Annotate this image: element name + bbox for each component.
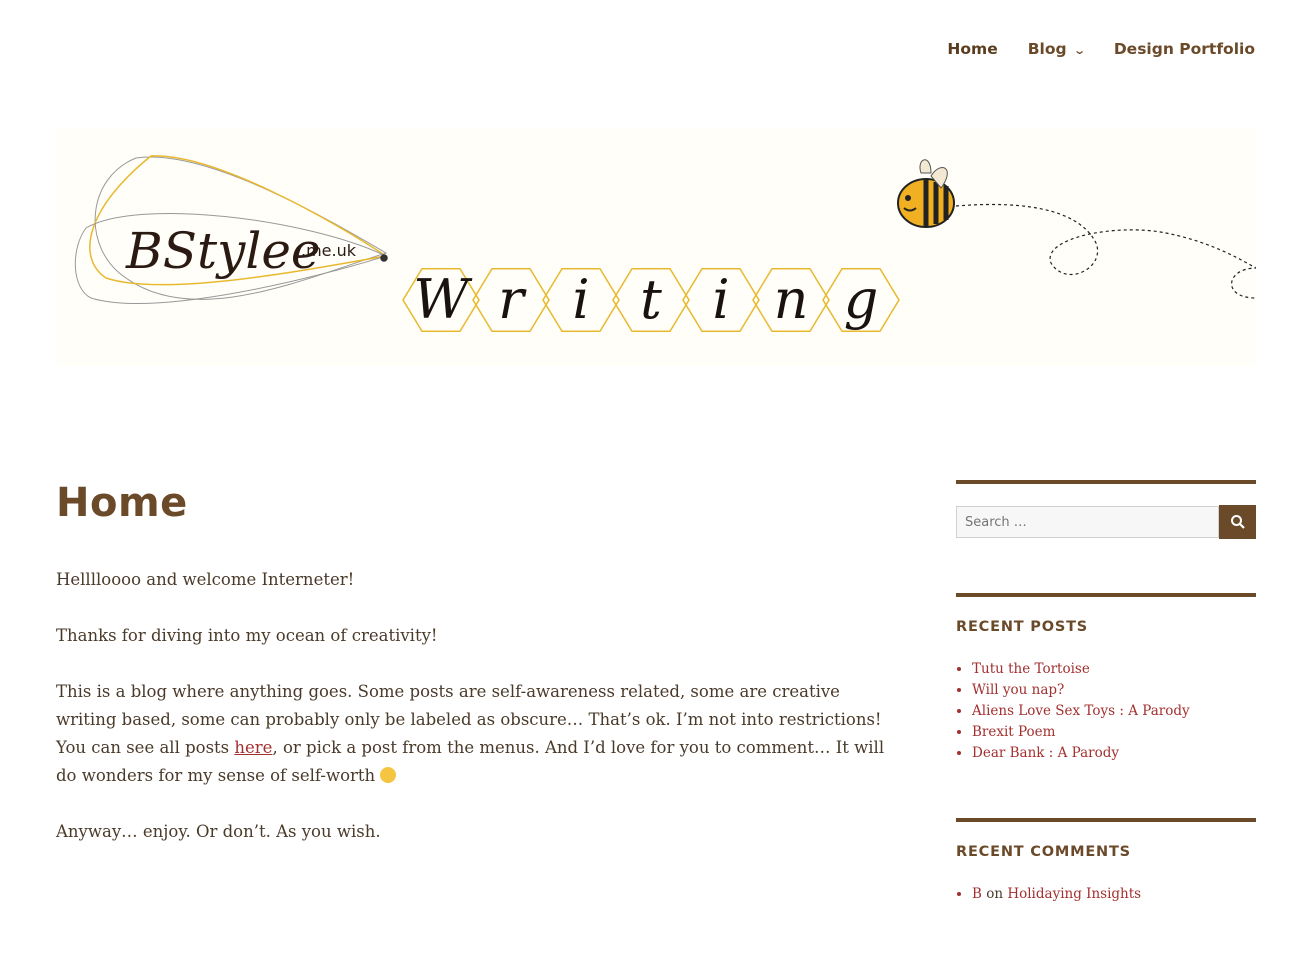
recent-post-link[interactable]: Will you nap? [972,682,1064,698]
intro-paragraph-3: This is a blog where anything goes. Some… [56,678,886,790]
recent-post-link[interactable]: Tutu the Tortoise [972,661,1090,677]
recent-comments-title: RECENT COMMENTS [956,844,1131,860]
list-item: Will you nap? [972,680,1256,701]
logo-domain: .me.uk [301,241,357,260]
writing-letter: W [413,268,473,331]
wink-emoji-icon [380,767,397,783]
search-icon [1230,515,1245,529]
recent-post-link[interactable]: Dear Bank : A Parody [972,745,1119,761]
nav-home[interactable]: Home [947,40,997,58]
comment-author-link[interactable]: B [972,886,982,902]
nav-blog-label: Blog [1027,40,1067,58]
comment-on-text: on [986,886,1004,902]
page-title: Home [56,480,188,526]
recent-posts-title: RECENT POSTS [956,619,1089,635]
search-widget [956,480,1256,539]
primary-nav: Home Blog ⌄ Design Portfolio [947,40,1255,58]
list-item: Tutu the Tortoise [972,659,1256,680]
writing-letter: n [774,268,809,331]
search-button[interactable] [1219,505,1256,539]
writing-letter: t [640,268,662,331]
list-item: Dear Bank : A Parody [972,743,1256,764]
nav-design-portfolio[interactable]: Design Portfolio [1114,40,1255,58]
header-banner[interactable]: BStylee .me.uk Writing [56,128,1256,366]
recent-post-link[interactable]: Brexit Poem [972,724,1055,740]
chevron-down-icon[interactable]: ⌄ [1073,44,1086,57]
writing-letter: i [712,268,729,331]
intro-paragraph-4: Anyway… enjoy. Or don’t. As you wish. [56,822,381,841]
main-content: Home Helllloooo and welcome Interneter! … [56,480,886,874]
nav-blog[interactable]: Blog ⌄ [1027,40,1086,58]
writing-letter: g [844,268,879,331]
intro-paragraph-2: Thanks for diving into my ocean of creat… [56,626,438,645]
recent-comments-widget: RECENT COMMENTS B on Holidaying Insights [956,818,1256,905]
nav-home-label: Home [947,40,998,58]
recent-posts-widget: RECENT POSTS Tutu the Tortoise Will you … [956,593,1256,764]
nav-portfolio-label: Design Portfolio [1113,40,1255,58]
comment-post-link[interactable]: Holidaying Insights [1007,886,1141,902]
recent-post-link[interactable]: Aliens Love Sex Toys : A Parody [972,703,1190,719]
list-item: B on Holidaying Insights [972,884,1256,905]
list-item: Brexit Poem [972,722,1256,743]
list-item: Aliens Love Sex Toys : A Parody [972,701,1256,722]
sidebar: RECENT POSTS Tutu the Tortoise Will you … [956,480,1256,959]
intro-paragraph-1: Helllloooo and welcome Interneter! [56,570,355,589]
writing-letter: i [572,268,589,331]
search-input[interactable] [956,506,1219,538]
writing-letter: r [498,268,527,331]
logo-text: BStylee [125,222,321,280]
all-posts-link[interactable]: here [234,738,272,757]
